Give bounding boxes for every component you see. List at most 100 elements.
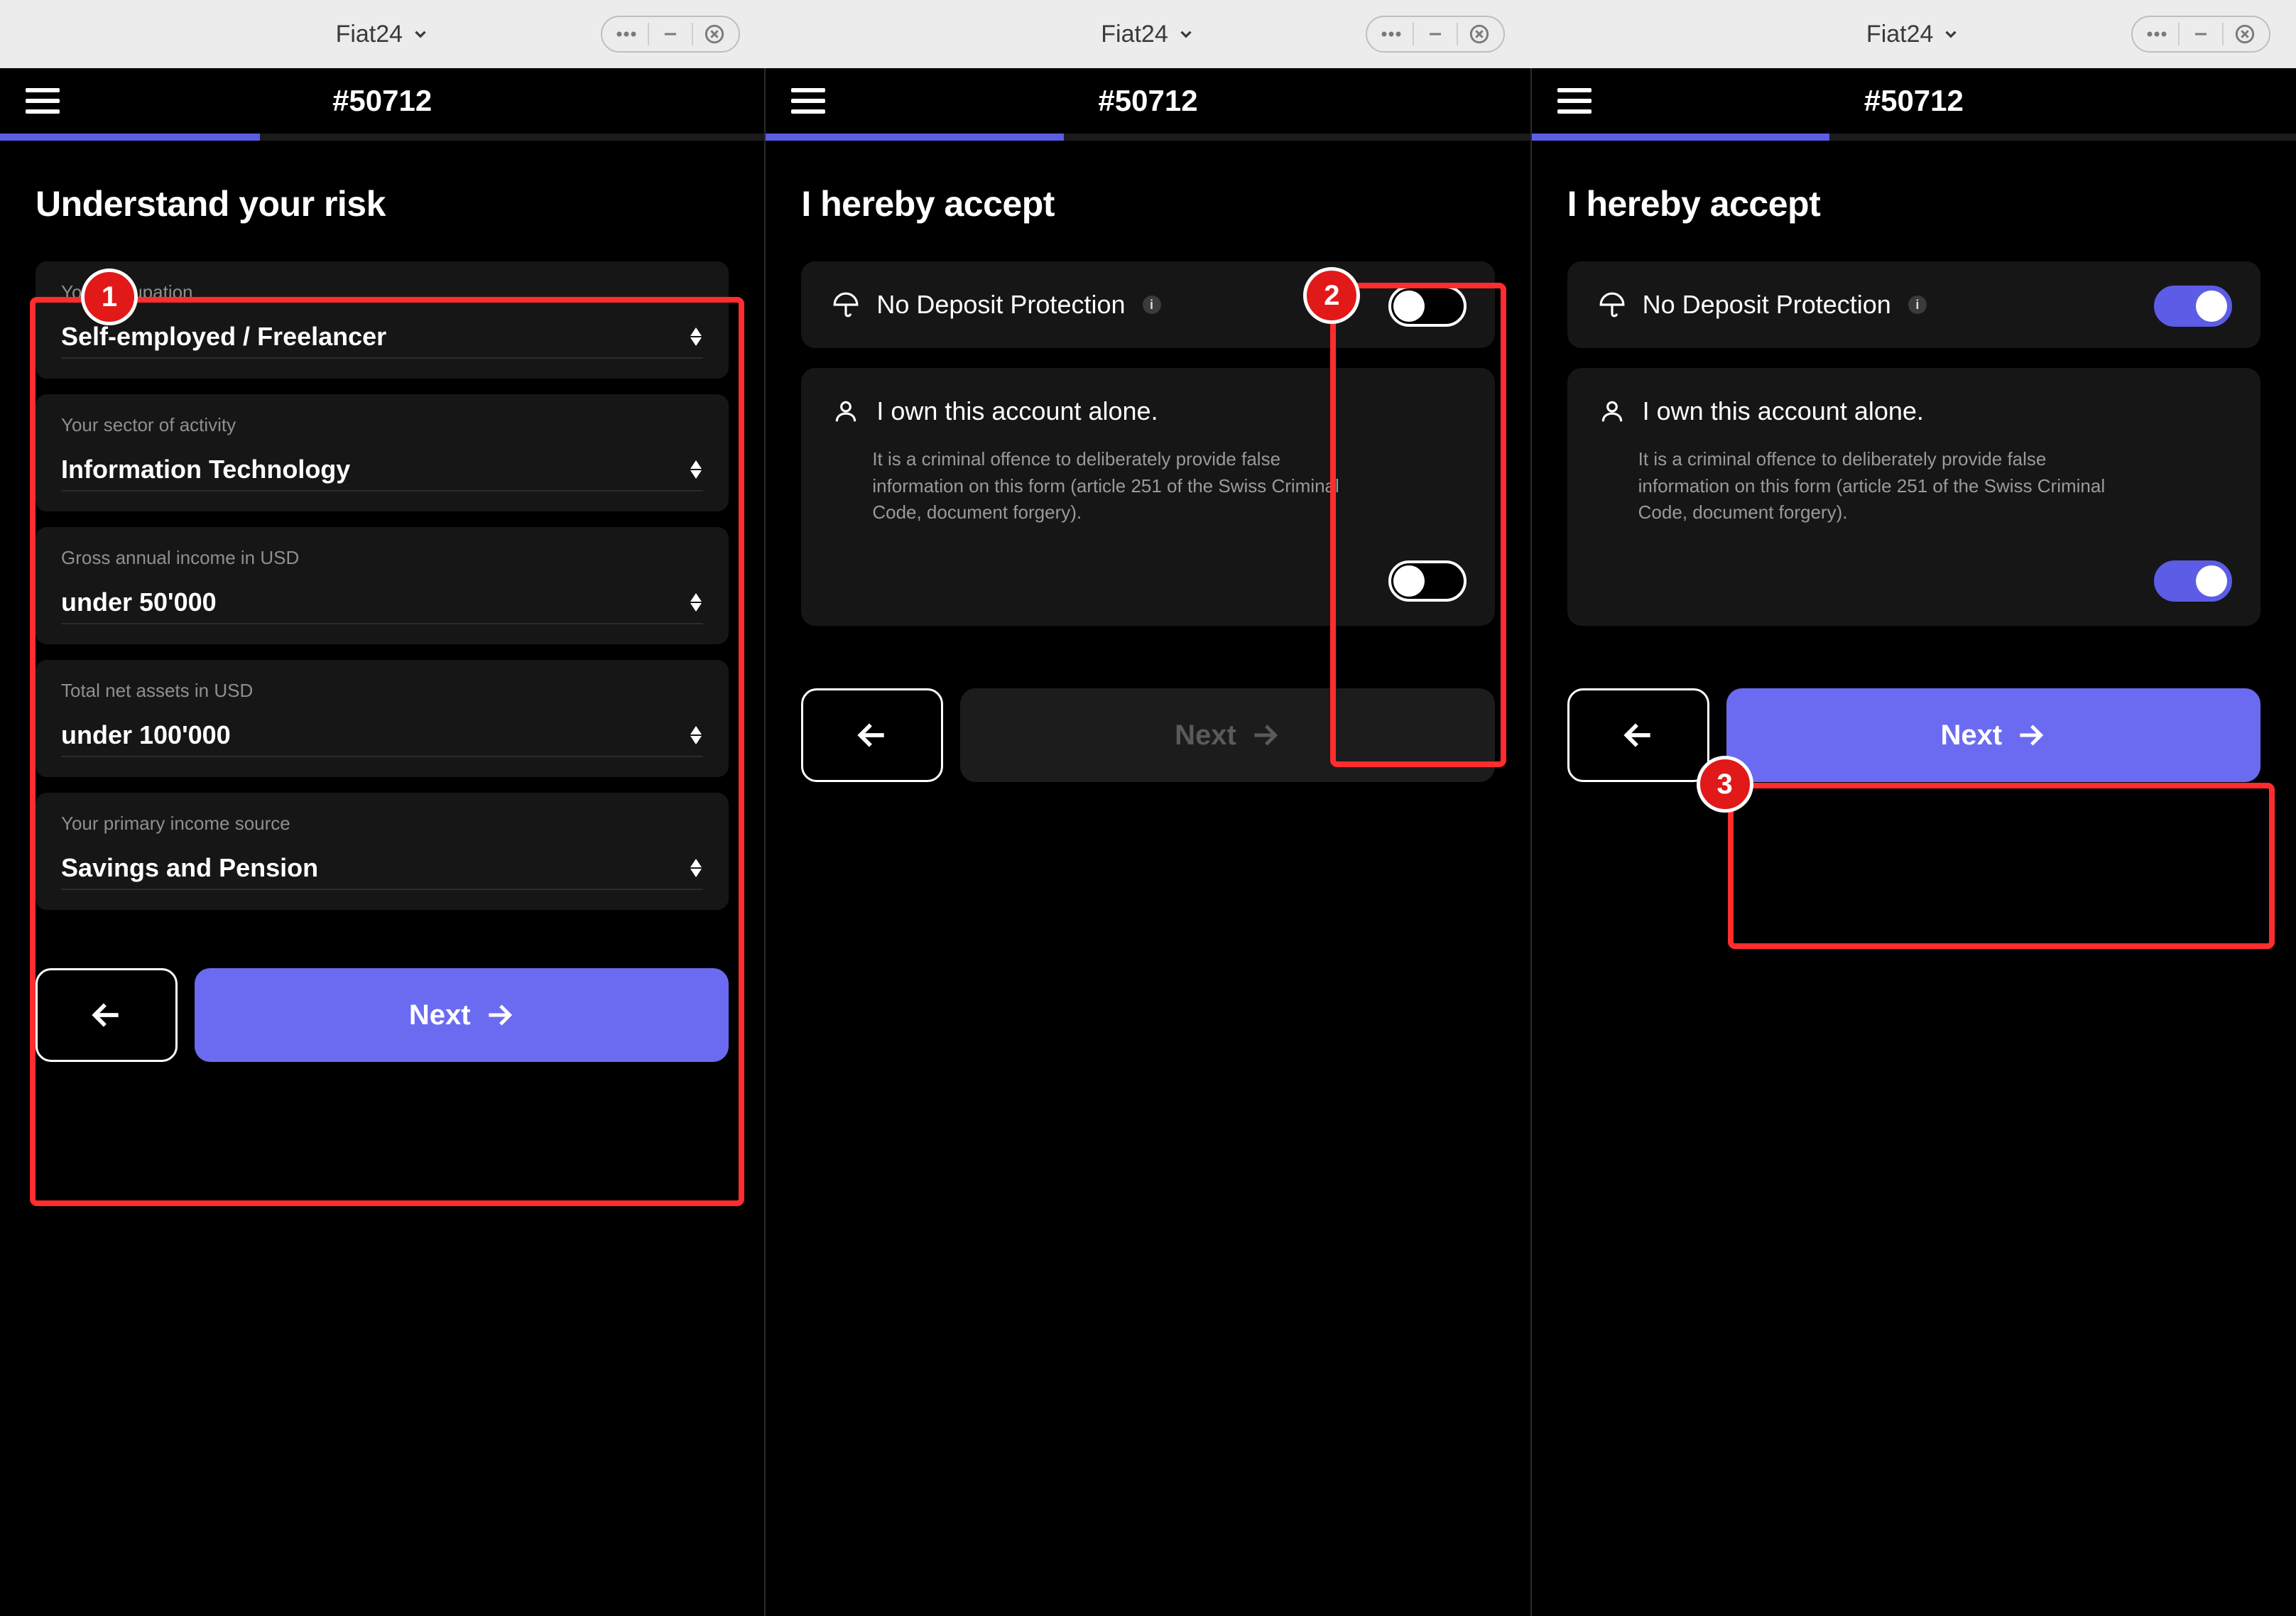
- chevron-down-icon: [1942, 25, 1960, 43]
- window-controls: [601, 16, 740, 53]
- app-switcher[interactable]: Fiat24: [336, 21, 430, 48]
- pane-accept-on: #50712 I hereby accept No Deposit Protec…: [1530, 68, 2296, 1616]
- page-title: Understand your risk: [36, 183, 729, 224]
- more-menu-button[interactable]: [1380, 23, 1403, 45]
- topbar-section-3: Fiat24: [1530, 0, 2296, 68]
- deposit-protection-card: No Deposit Protection i: [801, 261, 1494, 348]
- separator: [648, 23, 649, 45]
- window-topbar: Fiat24 Fiat24: [0, 0, 2296, 68]
- page-title: I hereby accept: [1567, 183, 2260, 224]
- own-account-card: I own this account alone. It is a crimin…: [1567, 368, 2260, 626]
- user-icon: [832, 398, 859, 425]
- chevron-down-icon: [1177, 25, 1195, 43]
- arrow-right-icon: [484, 999, 515, 1031]
- own-account-card: I own this account alone. It is a crimin…: [801, 368, 1494, 626]
- arrow-right-icon: [1249, 720, 1280, 751]
- back-button[interactable]: [1567, 688, 1709, 782]
- updown-icon: [689, 593, 703, 612]
- field-value: Self-employed / Freelancer: [61, 322, 386, 352]
- app-header: #50712: [766, 68, 1530, 134]
- account-id-label: #50712: [1098, 84, 1197, 118]
- menu-button[interactable]: [26, 88, 60, 114]
- app-header: #50712: [0, 68, 764, 134]
- close-button[interactable]: [2234, 23, 2256, 45]
- next-button-label: Next: [1940, 720, 2002, 752]
- accept-item-subtitle: It is a criminal offence to deliberately…: [1638, 446, 2118, 526]
- onboarding-progress: [0, 134, 764, 141]
- pane-risk-form: #50712 Understand your risk Your occupat…: [0, 68, 764, 1616]
- app-switcher[interactable]: Fiat24: [1866, 21, 1961, 48]
- topbar-section-2: Fiat24: [766, 0, 1531, 68]
- field-value: Savings and Pension: [61, 853, 318, 883]
- separator: [1457, 23, 1458, 45]
- updown-icon: [689, 726, 703, 744]
- app-header: #50712: [1532, 68, 2296, 134]
- updown-icon: [689, 327, 703, 346]
- next-button-label: Next: [1175, 720, 1236, 752]
- app-name-label: Fiat24: [1866, 21, 1934, 48]
- separator: [2222, 23, 2224, 45]
- chevron-down-icon: [411, 25, 430, 43]
- app-switcher[interactable]: Fiat24: [1101, 21, 1195, 48]
- user-icon: [1599, 398, 1626, 425]
- field-value: under 100'000: [61, 720, 231, 750]
- field-value: under 50'000: [61, 587, 217, 617]
- more-menu-button[interactable]: [2145, 23, 2168, 45]
- app-name-label: Fiat24: [336, 21, 403, 48]
- back-button[interactable]: [801, 688, 943, 782]
- net-assets-select[interactable]: Total net assets in USD under 100'000: [36, 660, 729, 777]
- minimize-button[interactable]: [1424, 23, 1447, 45]
- income-source-select[interactable]: Your primary income source Savings and P…: [36, 793, 729, 910]
- onboarding-progress: [1532, 134, 2296, 141]
- account-id-label: #50712: [1864, 84, 1964, 118]
- close-button[interactable]: [703, 23, 726, 45]
- field-label: Total net assets in USD: [61, 680, 703, 702]
- field-label: Your sector of activity: [61, 414, 703, 436]
- menu-button[interactable]: [1557, 88, 1592, 114]
- app-name-label: Fiat24: [1101, 21, 1168, 48]
- sector-select[interactable]: Your sector of activity Information Tech…: [36, 394, 729, 511]
- own-account-toggle[interactable]: [1388, 560, 1467, 602]
- menu-button[interactable]: [791, 88, 825, 114]
- page-title: I hereby accept: [801, 183, 1494, 224]
- minimize-button[interactable]: [659, 23, 682, 45]
- onboarding-progress: [766, 134, 1530, 141]
- pane-accept-off: #50712 I hereby accept No Deposit Protec…: [764, 68, 1530, 1616]
- umbrella-icon: [832, 291, 859, 318]
- more-menu-button[interactable]: [615, 23, 638, 45]
- field-value: Information Technology: [61, 455, 350, 484]
- minimize-button[interactable]: [2189, 23, 2212, 45]
- arrow-left-icon: [854, 717, 890, 753]
- updown-icon: [689, 460, 703, 479]
- accept-item-title: I own this account alone.: [1643, 396, 1924, 426]
- umbrella-icon: [1599, 291, 1626, 318]
- arrow-left-icon: [89, 997, 124, 1033]
- arrow-right-icon: [2015, 720, 2046, 751]
- deposit-protection-toggle[interactable]: [2154, 286, 2232, 327]
- back-button[interactable]: [36, 968, 178, 1062]
- info-icon[interactable]: i: [1908, 295, 1927, 314]
- updown-icon: [689, 859, 703, 877]
- next-button[interactable]: Next: [1726, 688, 2260, 782]
- info-icon[interactable]: i: [1143, 295, 1161, 314]
- deposit-protection-toggle[interactable]: [1388, 286, 1467, 327]
- accept-item-title: No Deposit Protection: [876, 290, 1125, 320]
- next-button[interactable]: Next: [195, 968, 729, 1062]
- occupation-select[interactable]: Your occupation Self-employed / Freelanc…: [36, 261, 729, 379]
- field-label: Your primary income source: [61, 813, 703, 835]
- own-account-toggle[interactable]: [2154, 560, 2232, 602]
- accept-item-title: I own this account alone.: [876, 396, 1158, 426]
- field-label: Your occupation: [61, 281, 703, 303]
- separator: [692, 23, 693, 45]
- field-label: Gross annual income in USD: [61, 547, 703, 569]
- income-select[interactable]: Gross annual income in USD under 50'000: [36, 527, 729, 644]
- window-controls: [2131, 16, 2270, 53]
- next-button-label: Next: [409, 999, 471, 1031]
- next-button: Next: [960, 688, 1494, 782]
- account-id-label: #50712: [332, 84, 432, 118]
- accept-item-subtitle: It is a criminal offence to deliberately…: [872, 446, 1352, 526]
- separator: [2178, 23, 2180, 45]
- topbar-section-1: Fiat24: [0, 0, 766, 68]
- deposit-protection-card: No Deposit Protection i: [1567, 261, 2260, 348]
- close-button[interactable]: [1468, 23, 1491, 45]
